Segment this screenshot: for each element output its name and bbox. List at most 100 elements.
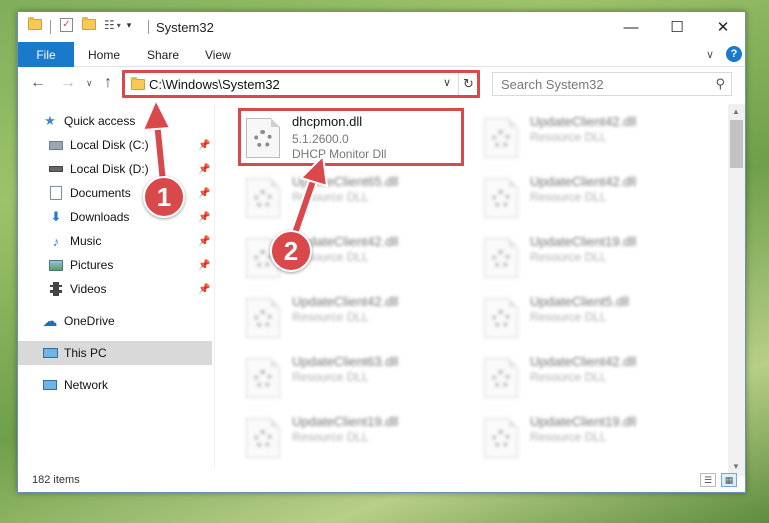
details-view-button[interactable]: ☰ [700,473,716,487]
nav-item-downloads[interactable]: ⬇ Downloads 📌 [18,205,212,229]
file-tile[interactable]: UpdateClient19.dll Resource DLL [460,410,684,466]
pin-icon: 📌 [198,259,211,271]
tiles-view-icon: ▦ [724,474,734,485]
ribbon: File Home Share View ∨ ? [18,42,745,67]
pin-icon: 📌 [198,139,211,151]
step-badge-1: 1 [143,176,185,218]
quick-access-toolbar [28,17,42,30]
folder-icon[interactable] [28,17,42,30]
chevron-down-icon: ▾ [126,19,132,30]
nav-item-network[interactable]: Network [18,373,212,397]
pane-divider[interactable] [214,104,215,468]
nav-item-label: Local Disk (C:) [70,138,149,152]
pin-icon: 📌 [198,211,211,223]
step-badge-2: 2 [270,230,312,272]
customize-toolbar-button[interactable]: ☷ ▾ ▾ [104,18,131,32]
file-description: Resource DLL [292,310,369,324]
file-name: UpdateClient19.dll [292,414,399,429]
gear-icon [254,430,272,448]
arrow-left-icon: ← [30,74,46,91]
up-button[interactable]: ↑ [104,74,112,92]
forward-button[interactable]: → [60,74,76,92]
tab-view[interactable]: View [205,48,231,62]
file-tile[interactable]: UpdateClient42.dll Resource DLL [222,290,446,346]
properties-button[interactable]: ✓ [60,18,73,32]
file-tile[interactable]: UpdateClient63.dll Resource DLL [222,350,446,406]
videos-icon [48,281,64,297]
status-bar: 182 items ☰ ▦ [18,470,745,492]
nav-item-label: This PC [64,346,107,360]
close-button[interactable]: ✕ [700,12,746,42]
recent-locations-button[interactable]: ∨ [86,78,93,89]
vertical-scrollbar[interactable]: ▲ ▼ [728,104,745,476]
address-highlight-box [122,70,480,98]
nav-item-label: Downloads [70,210,130,224]
nav-item-this-pc[interactable]: This PC [18,341,212,365]
scrollbar-thumb[interactable] [730,120,743,168]
gear-icon [254,190,272,208]
address-row: ← → ∨ ↑ C:\Windows\System32 ∨ ↻ Search S… [18,68,745,100]
file-name: UpdateClient42.dll [530,174,637,189]
dll-file-icon [484,358,518,398]
file-tile[interactable]: UpdateClient19.dll Resource DLL [222,410,446,466]
back-button[interactable]: ← [30,74,46,92]
nav-item-onedrive[interactable]: ☁ OneDrive [18,309,212,333]
chevron-down-icon: ∨ [86,78,93,88]
dll-file-icon [246,358,280,398]
tab-home[interactable]: Home [88,48,120,62]
file-tile[interactable]: UpdateClient5.dll Resource DLL [460,290,684,346]
dll-file-icon [246,298,280,338]
scroll-up-icon[interactable]: ▲ [732,107,740,116]
minimize-button[interactable]: — [608,12,654,42]
nav-item-label: Quick access [64,114,136,128]
large-icons-view-button[interactable]: ▦ [721,473,737,487]
file-description: Resource DLL [530,190,607,204]
list-icon: ☷ [104,18,115,32]
file-name: UpdateClient19.dll [530,414,637,429]
nav-item-pictures[interactable]: Pictures 📌 [18,253,212,277]
gear-icon [492,310,510,328]
nav-item-local-disk-c[interactable]: Local Disk (C:) 📌 [18,133,212,157]
nav-item-music[interactable]: ♪ Music 📌 [18,229,212,253]
file-description: Resource DLL [292,370,369,384]
music-icon: ♪ [52,233,60,249]
pin-icon: 📌 [198,235,211,247]
search-input[interactable]: Search System32 [501,77,604,92]
file-tile[interactable]: UpdateClient42.dll Resource DLL [460,170,684,226]
maximize-button[interactable]: ☐ [654,12,700,42]
file-tile[interactable]: UpdateClient19.dll Resource DLL [460,230,684,286]
dll-file-icon [246,418,280,458]
file-name: UpdateClient65.dll [292,174,399,189]
file-description: Resource DLL [530,130,607,144]
search-box[interactable]: Search System32 ⚲ [492,72,732,96]
cloud-icon: ☁ [42,313,58,330]
chevron-down-icon: ▾ [116,20,121,30]
tab-share[interactable]: Share [147,48,179,62]
network-icon [42,377,58,393]
dll-file-icon [484,238,518,278]
documents-icon [48,185,64,201]
new-folder-button[interactable] [82,17,96,30]
pin-icon: 📌 [198,163,211,175]
tab-file[interactable]: File [18,42,74,67]
nav-item-videos[interactable]: Videos 📌 [18,277,212,301]
file-tile[interactable]: UpdateClient42.dll Resource DLL [222,230,446,286]
gear-icon [254,370,272,388]
file-tile[interactable]: UpdateClient65.dll Resource DLL [222,170,446,226]
nav-item-label: Network [64,378,109,392]
help-button[interactable]: ? [726,46,742,62]
file-tile[interactable]: UpdateClient42.dll Resource DLL [460,110,684,166]
file-description: Resource DLL [292,190,369,204]
gear-icon [492,190,510,208]
nav-item-local-disk-d[interactable]: Local Disk (D:) 📌 [18,157,212,181]
dll-file-icon [484,118,518,158]
nav-item-quick-access[interactable]: ★ Quick access [18,109,212,133]
file-tile[interactable]: UpdateClient42.dll Resource DLL [460,350,684,406]
toolbar-divider [50,20,51,34]
gear-icon [492,130,510,148]
ribbon-expand-icon[interactable]: ∨ [706,48,714,61]
new-folder-icon [82,17,96,30]
file-description: Resource DLL [530,430,607,444]
download-icon: ⬇ [50,209,62,224]
file-name: UpdateClient42.dll [530,354,637,369]
